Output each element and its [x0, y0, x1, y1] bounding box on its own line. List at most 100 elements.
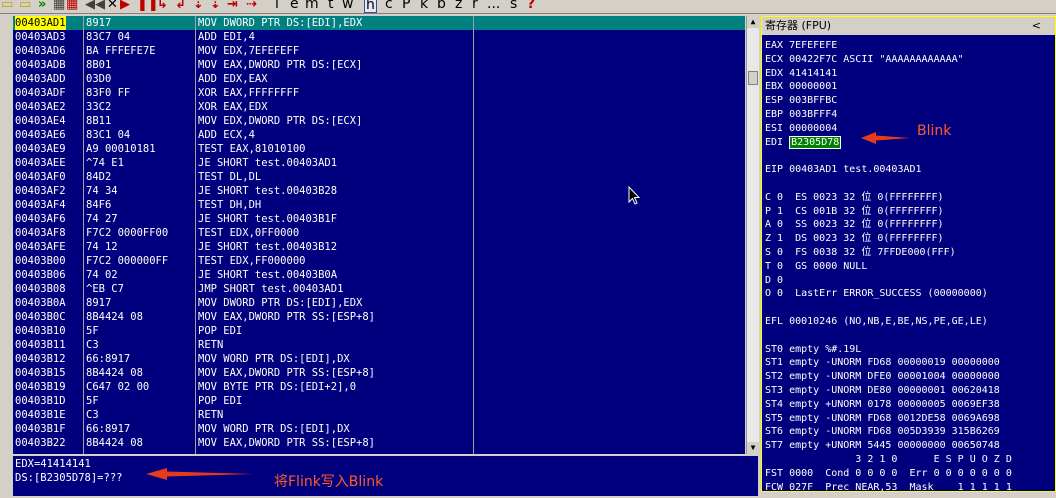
register-line[interactable]: S 0 FS 0038 32 位 7FFDE000(FFF) — [765, 246, 956, 259]
disasm-row[interactable]: 00403ADD 03D0 ADD EDX,EAX — [13, 72, 745, 86]
execute-till-return-icon[interactable]: ⇥ — [227, 0, 238, 11]
disasm-row[interactable]: 00403AE9 A9 00010181 TEST EAX,81010100 — [13, 142, 745, 156]
step-back-icon[interactable]: ◀◀ — [85, 0, 105, 11]
register-line[interactable]: ST0 empty %#.19L — [765, 343, 861, 356]
toolbar-letter-k[interactable]: k — [420, 0, 428, 11]
disasm-row[interactable]: 00403AFE 74 12 JE SHORT test.00403B12 — [13, 240, 745, 254]
register-line[interactable]: FST 0000 Cond 0 0 0 0 Err 0 0 0 0 0 0 0 — [765, 467, 1012, 480]
register-line[interactable]: EFL 00010246 (NO,NB,E,BE,NS,PE,GE,LE) — [765, 315, 988, 328]
toolbar-letter-p[interactable]: P — [402, 0, 410, 11]
toolbar-letter-ellipsis[interactable]: ... — [487, 0, 500, 11]
help-button[interactable]: ? — [527, 0, 535, 11]
disassembly-pane[interactable]: 00403B22 8B4424 08 MOV EAX,DWORD PTR SS:[E… — [13, 16, 745, 454]
disasm-row[interactable]: 00403B12 66:8917 MOV WORD PTR DS:[EDI],DX — [13, 352, 745, 366]
toolbar-letter-l[interactable]: l — [275, 0, 279, 11]
register-line[interactable]: ST5 empty -UNORM FD68 0012DE58 0069A698 — [765, 412, 1000, 425]
disasm-row[interactable]: 00403AD6 BA FFFEFE7E MOV EDX,7EFEFEFF — [13, 44, 745, 58]
scroll-down-arrow-icon[interactable]: ▼ — [747, 442, 759, 454]
register-line[interactable]: ST6 empty -UNORM FD68 005D3939 315B6269 — [765, 425, 1000, 438]
run-icon[interactable]: ▶ — [120, 0, 130, 11]
collapse-icon[interactable]: < — [1032, 17, 1041, 35]
register-line[interactable]: EIP 00403AD1 test.00403AD1 — [765, 163, 922, 176]
disasm-row[interactable]: 00403ADF 83F0 FF XOR EAX,FFFFFFFF — [13, 86, 745, 100]
register-line[interactable]: T 0 GS 0000 NULL — [765, 260, 867, 273]
disasm-instruction: ADD EDX,EAX — [198, 73, 268, 85]
disasm-row[interactable]: 00403B22 8B4424 08 MOV EAX,DWORD PTR SS:[E… — [13, 436, 745, 450]
toolbar-letter-t[interactable]: t — [328, 0, 334, 11]
register-line[interactable]: ESP 003BFFBC — [765, 94, 837, 107]
trace-into-icon[interactable]: ⇣ — [193, 0, 204, 11]
folder-icon[interactable]: ▭ — [19, 0, 31, 11]
scroll-up-arrow-icon[interactable]: ▲ — [747, 16, 759, 28]
register-line[interactable]: ST3 empty -UNORM DE80 00000001 00620418 — [765, 384, 1000, 397]
disasm-row[interactable]: 00403B06 74 02 JE SHORT test.00403B0A — [13, 268, 745, 282]
toolbar-letter-h[interactable]: h — [364, 0, 377, 13]
register-line[interactable]: D 0 — [765, 274, 783, 287]
register-line[interactable]: EBP 003BFFF4 — [765, 108, 837, 121]
disasm-row[interactable]: 00403AF0 84D2 TEST DL,DL — [13, 170, 745, 184]
register-line[interactable]: EDX 41414141 — [765, 67, 837, 80]
register-line[interactable]: ST1 empty -UNORM FD68 00000019 00000000 — [765, 356, 1000, 369]
disasm-row[interactable]: 00403B15 8B4424 08 MOV EAX,DWORD PTR SS:[E… — [13, 366, 745, 380]
register-line[interactable]: ESI 00000004 — [765, 122, 837, 135]
disasm-instruction: JE SHORT test.00403B0A — [198, 269, 338, 281]
register-line-edi[interactable]: EDI B2305D78 — [765, 135, 842, 149]
disasm-row[interactable]: 00403B1F 66:8917 MOV WORD PTR DS:[EDI],DX — [13, 422, 745, 436]
pause-icon[interactable]: ❚❚ — [137, 0, 159, 11]
register-line[interactable]: ECX 00422F7C ASCII "AAAAAAAAAAAA" — [765, 53, 964, 66]
disasm-row[interactable]: 00403B00 F7C2 000000FF TEST EDX,FF000000 — [13, 254, 745, 268]
toolbar-letter-r[interactable]: r — [472, 0, 478, 11]
toolbar-letter-b[interactable]: b — [437, 0, 446, 11]
disasm-row[interactable]: 00403B11 C3 RETN — [13, 338, 745, 352]
disassembly-scrollbar[interactable]: ▲ ▼ — [746, 16, 759, 454]
disasm-row[interactable]: 00403AD1 8917 MOV DWORD PTR DS:[EDI],EDX — [13, 16, 745, 30]
disasm-row[interactable]: 00403AF8 F7C2 0000FF00 TEST EDX,0FF0000 — [13, 226, 745, 240]
toolbar-letter-e[interactable]: e — [290, 0, 299, 11]
disasm-row[interactable]: 00403AE2 33C2 XOR EAX,EDX — [13, 100, 745, 114]
disasm-row[interactable]: 00403B1D 5F POP EDI — [13, 394, 745, 408]
disasm-row[interactable]: 00403AEE ^74 E1 JE SHORT test.00403AD1 — [13, 156, 745, 170]
register-line[interactable]: ST4 empty +UNORM 0178 00000005 0069EF38 — [765, 398, 1000, 411]
registers-pane[interactable]: 寄存器 (FPU) < EAX 7EFEFEFE ECX 00422F7C ASC… — [761, 16, 1056, 492]
register-line[interactable]: 3 2 1 0 E S P U O Z D — [765, 453, 1012, 466]
close-x-icon[interactable]: ✕ — [107, 0, 118, 11]
close-icon[interactable]: ▦ — [66, 0, 78, 11]
disasm-address: 00403AF8 — [15, 227, 66, 239]
register-line[interactable]: A 0 SS 0023 32 位 0(FFFFFFFF) — [765, 218, 944, 231]
register-line[interactable]: ST7 empty +UNORM 5445 00000000 00650748 — [765, 439, 1000, 452]
toolbar-letter-c[interactable]: c — [385, 0, 393, 11]
register-line[interactable]: Z 1 DS 0023 32 位 0(FFFFFFFF) — [765, 232, 944, 245]
disasm-row[interactable]: 00403AF6 74 27 JE SHORT test.00403B1F — [13, 212, 745, 226]
toolbar-letter-s[interactable]: s — [510, 0, 517, 11]
disasm-row[interactable]: 00403AE4 8B11 MOV EDX,DWORD PTR DS:[ECX] — [13, 114, 745, 128]
grid-icon[interactable]: ▦ — [53, 0, 65, 11]
restart-icon[interactable]: » — [38, 0, 46, 11]
open-folder-icon[interactable]: ▭ — [1, 0, 13, 11]
go-to-icon[interactable]: ⇢ — [246, 0, 257, 11]
disasm-row[interactable]: 00403B19 C647 02 00 MOV BYTE PTR DS:[EDI+2… — [13, 380, 745, 394]
register-line[interactable]: O 0 LastErr ERROR_SUCCESS (00000000) — [765, 287, 988, 300]
disasm-row[interactable]: 00403B10 5F POP EDI — [13, 324, 745, 338]
disasm-row[interactable]: 00403AD3 83C7 04 ADD EDI,4 — [13, 30, 745, 44]
register-line[interactable]: ST2 empty -UNORM DFE0 00001004 00000000 — [765, 370, 1000, 383]
toolbar-letter-z[interactable]: z — [455, 0, 462, 11]
toolbar-letter-m[interactable]: m — [305, 0, 319, 11]
toolbar-letter-w[interactable]: w — [342, 0, 353, 11]
step-into-icon[interactable]: ↳ — [157, 0, 168, 11]
disasm-instruction: JE SHORT test.00403B28 — [198, 185, 338, 197]
disasm-row[interactable]: 00403ADB 8B01 MOV EAX,DWORD PTR DS:[ECX] — [13, 58, 745, 72]
register-line[interactable]: C 0 ES 0023 32 位 0(FFFFFFFF) — [765, 191, 944, 204]
disasm-row[interactable]: 00403B0C 8B4424 08 MOV EAX,DWORD PTR SS:[E… — [13, 310, 745, 324]
disasm-row[interactable]: 00403B08 ^EB C7 JMP SHORT test.00403AD1 — [13, 282, 745, 296]
disasm-row[interactable]: 00403B0A 8917 MOV DWORD PTR DS:[EDI],EDX — [13, 296, 745, 310]
disasm-row[interactable]: 00403B1E C3 RETN — [13, 408, 745, 422]
trace-over-icon[interactable]: ⇣ — [210, 0, 221, 11]
register-line[interactable]: EBX 00000001 — [765, 80, 837, 93]
register-value-highlight[interactable]: B2305D78 — [789, 135, 842, 149]
register-line[interactable]: FCW 027F Prec NEAR,53 Mask 1 1 1 1 1 — [765, 481, 1012, 491]
register-line[interactable]: P 1 CS 001B 32 位 0(FFFFFFFF) — [765, 205, 944, 218]
step-over-icon[interactable]: ↲ — [175, 0, 186, 11]
register-line[interactable]: EAX 7EFEFEFE — [765, 39, 837, 52]
disasm-row[interactable]: 00403AE6 83C1 04 ADD ECX,4 — [13, 128, 745, 142]
scroll-thumb[interactable] — [748, 71, 758, 85]
